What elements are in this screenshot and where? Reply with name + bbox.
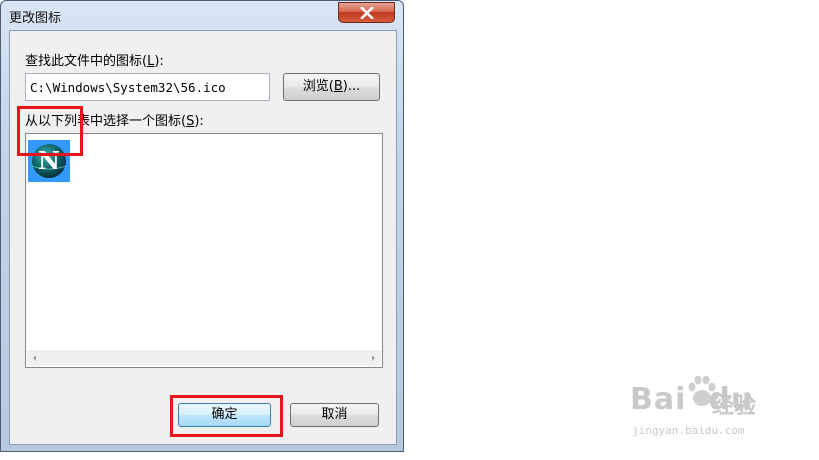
close-button[interactable] xyxy=(338,2,395,23)
watermark-url: jingyan.baidu.com xyxy=(632,424,745,437)
svg-text:N: N xyxy=(38,146,60,175)
chevron-right-icon xyxy=(372,355,375,361)
dialog-title: 更改图标 xyxy=(9,11,62,26)
browse-button[interactable]: 浏览(B)... xyxy=(283,73,380,101)
ok-button[interactable]: 确定 xyxy=(178,403,271,427)
find-icons-label: 查找此文件中的图标(L): xyxy=(25,54,164,69)
netscape-n-icon: N xyxy=(31,144,67,178)
horizontal-scrollbar[interactable] xyxy=(27,350,381,366)
chevron-left-icon xyxy=(33,355,36,361)
baidu-watermark: Bai du 经验 jingyan.baidu.com xyxy=(630,375,810,442)
scroll-left-arrow[interactable] xyxy=(27,350,43,366)
scroll-right-arrow[interactable] xyxy=(365,350,381,366)
icon-list[interactable]: N xyxy=(25,133,383,368)
title-bar[interactable]: 更改图标 xyxy=(1,1,403,29)
icon-list-item-selected[interactable]: N xyxy=(28,140,70,182)
cancel-button[interactable]: 取消 xyxy=(290,403,379,427)
change-icon-dialog: 更改图标 查找此文件中的图标(L): 浏览(B)... 从以下列表中选择一个图标… xyxy=(0,0,404,452)
icon-file-path-input[interactable] xyxy=(25,73,270,101)
watermark-brand-cn: 经验 xyxy=(712,394,757,419)
dialog-client-area: 查找此文件中的图标(L): 浏览(B)... 从以下列表中选择一个图标(S): xyxy=(9,30,397,445)
close-icon xyxy=(360,7,374,19)
select-icon-label: 从以下列表中选择一个图标(S): xyxy=(25,114,204,129)
